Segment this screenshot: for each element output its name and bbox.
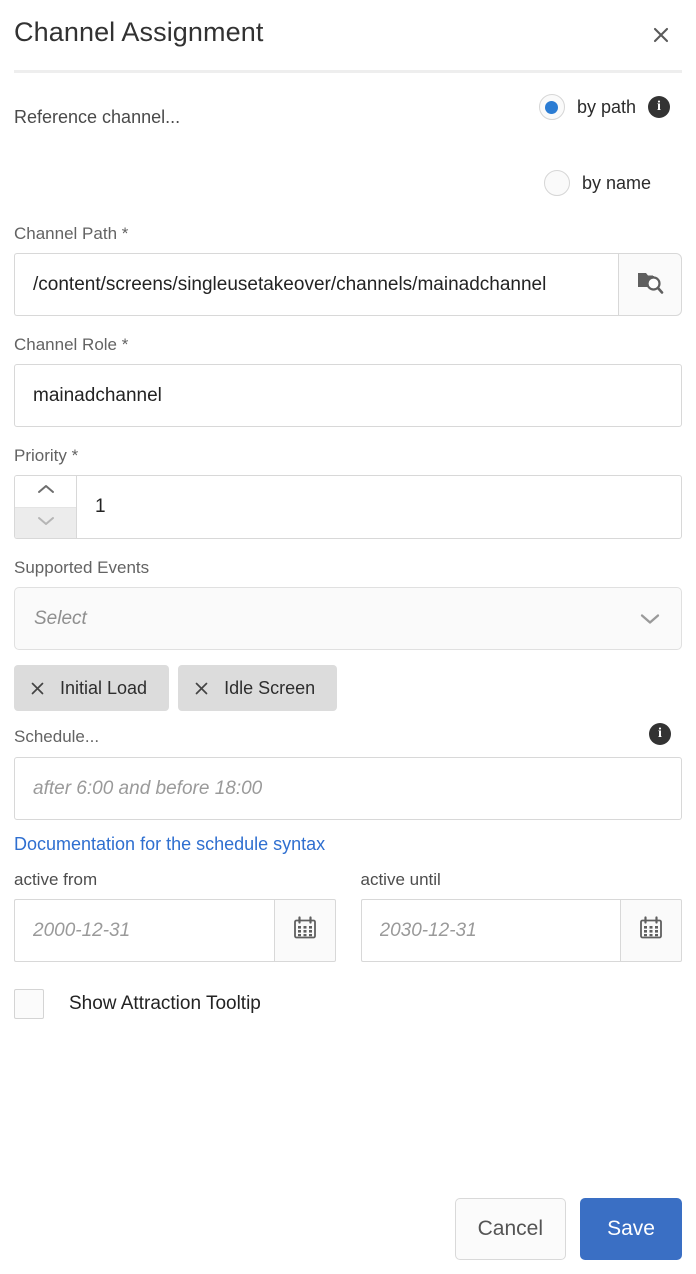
show-attraction-tooltip-row[interactable]: Show Attraction Tooltip (14, 989, 682, 1019)
close-icon[interactable] (194, 681, 209, 696)
radio-by-name-label: by name (581, 172, 651, 193)
supported-events-chips: Initial Load Idle Screen (14, 665, 682, 711)
priority-increment-button[interactable] (15, 476, 76, 507)
radio-by-path-label: by path (576, 96, 636, 117)
show-attraction-tooltip-label: Show Attraction Tooltip (69, 993, 261, 1014)
active-from-field: active from (14, 870, 336, 962)
schedule-label: Schedule... (14, 727, 100, 746)
active-until-calendar-button[interactable] (620, 899, 682, 962)
chip-initial-load[interactable]: Initial Load (14, 665, 170, 711)
chevron-down-icon (639, 612, 661, 625)
schedule-header: Schedule... i (14, 723, 682, 757)
schedule-documentation-link[interactable]: Documentation for the schedule syntax (14, 834, 325, 855)
supported-events-label: Supported Events (14, 558, 150, 577)
priority-decrement-button[interactable] (15, 506, 76, 538)
active-until-label: active until (360, 870, 441, 889)
calendar-icon (292, 915, 318, 946)
chip-idle-screen[interactable]: Idle Screen (178, 665, 338, 711)
reference-channel-label: Reference channel... (14, 107, 181, 127)
supported-events-field: Supported Events Select Initial Load Idl… (14, 558, 682, 711)
schedule-input[interactable] (14, 757, 682, 820)
priority-input[interactable] (76, 475, 682, 539)
info-icon[interactable]: i (649, 723, 671, 745)
supported-events-placeholder: Select (34, 607, 87, 629)
channel-path-browse-button[interactable] (618, 253, 682, 316)
priority-field: Priority * (14, 446, 682, 539)
chevron-up-icon (36, 482, 56, 500)
priority-label: Priority * (14, 446, 79, 465)
channel-path-field: Channel Path * (14, 224, 682, 316)
active-from-label: active from (14, 870, 98, 889)
dialog-body: Reference channel... by path i by name C… (0, 72, 696, 1019)
dialog-header: Channel Assignment (0, 0, 696, 73)
supported-events-select[interactable]: Select (14, 587, 682, 650)
dialog-footer: Cancel Save (454, 1198, 682, 1260)
chip-label: Idle Screen (224, 677, 316, 698)
page-title: Channel Assignment (14, 17, 264, 47)
close-icon (652, 26, 670, 44)
close-dialog-button[interactable] (648, 22, 674, 48)
chevron-down-icon (36, 514, 56, 532)
cancel-button[interactable]: Cancel (454, 1198, 566, 1260)
show-attraction-tooltip-checkbox[interactable] (14, 989, 44, 1019)
radio-by-path-control[interactable] (538, 94, 565, 120)
active-from-input-group (14, 899, 336, 962)
active-until-input[interactable] (360, 899, 620, 962)
channel-path-label: Channel Path * (14, 224, 129, 243)
priority-stepper (14, 475, 682, 539)
active-from-input[interactable] (14, 899, 274, 962)
active-period-row: active from 2000-12-31 active until 2030… (14, 870, 682, 962)
channel-role-label: Channel Role * (14, 335, 129, 354)
chip-label: Initial Load (60, 677, 148, 698)
radio-by-name[interactable]: by name (543, 170, 651, 196)
channel-role-input[interactable] (14, 364, 682, 427)
active-until-input-group (360, 899, 682, 962)
channel-path-input-group (14, 253, 682, 316)
reference-channel-row: Reference channel... by path i by name (14, 72, 682, 224)
priority-stepper-buttons (14, 475, 76, 539)
active-from-calendar-button[interactable] (273, 899, 336, 962)
channel-path-input[interactable] (14, 253, 618, 316)
radio-by-path[interactable]: by path (538, 94, 636, 120)
active-until-field: active until (360, 870, 682, 962)
info-icon[interactable]: i (648, 96, 670, 118)
schedule-field: Schedule... i Documentation for the sche… (14, 723, 682, 870)
save-button[interactable]: Save (580, 1198, 682, 1260)
folder-search-icon (636, 269, 664, 300)
radio-dot (545, 100, 559, 114)
close-icon[interactable] (30, 681, 45, 696)
calendar-icon (638, 915, 664, 946)
channel-role-field: Channel Role * (14, 335, 682, 427)
radio-by-name-control[interactable] (543, 170, 570, 196)
